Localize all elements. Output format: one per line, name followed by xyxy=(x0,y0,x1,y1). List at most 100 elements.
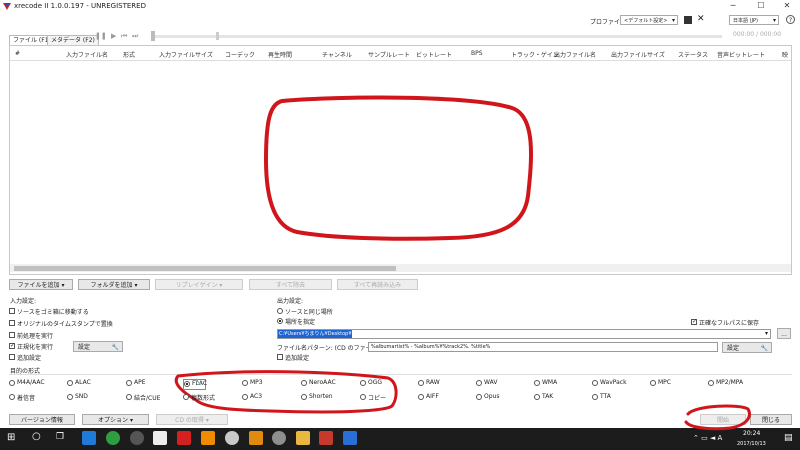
next-icon[interactable]: ⏭ xyxy=(132,32,138,41)
browse-button[interactable]: ... xyxy=(777,328,791,339)
maximize-button[interactable]: ☐ xyxy=(748,0,774,13)
start-button[interactable]: 開始 xyxy=(700,414,746,425)
tray-icons[interactable]: ⌃ ▭ ◄ A xyxy=(693,434,722,442)
radio[interactable] xyxy=(9,394,15,400)
radio[interactable] xyxy=(301,394,307,400)
volume-handle[interactable] xyxy=(216,32,219,40)
radio[interactable] xyxy=(183,394,189,400)
cd-get-button[interactable]: CD の取得 ▾ xyxy=(156,414,228,425)
radio[interactable] xyxy=(360,394,366,400)
radio[interactable] xyxy=(126,394,132,400)
xrecode-icon[interactable] xyxy=(177,431,191,445)
file-table[interactable]: # 入力ファイル名 形式 入力ファイルサイズ コーデック 再生時間 チャンネル … xyxy=(9,45,792,275)
checkbox[interactable] xyxy=(9,308,15,314)
radio[interactable] xyxy=(242,394,248,400)
ring-icon[interactable] xyxy=(272,431,286,445)
column-header[interactable]: 出力ファイル名 xyxy=(554,50,596,59)
scrollbar-thumb[interactable] xyxy=(14,266,396,271)
start-icon[interactable]: ⊞ xyxy=(7,432,15,443)
radio[interactable] xyxy=(476,394,482,400)
save-icon[interactable] xyxy=(684,16,692,24)
output-path-text[interactable]: C:¥Users¥ちまりん¥Desktop¥ xyxy=(278,330,352,338)
delete-profile-icon[interactable]: ✕ xyxy=(697,14,705,24)
checkbox[interactable] xyxy=(277,354,283,360)
column-header[interactable]: ビットレート xyxy=(416,50,452,59)
column-header[interactable]: 音声ビットレート xyxy=(717,50,765,59)
radio[interactable] xyxy=(301,380,307,386)
clock-date[interactable]: 2017/10/13 xyxy=(737,441,766,447)
column-header[interactable]: 入力ファイルサイズ xyxy=(159,50,213,59)
column-header[interactable]: サンプルレート xyxy=(368,50,410,59)
column-header[interactable]: # xyxy=(15,50,20,57)
folder-icon[interactable] xyxy=(296,431,310,445)
radio[interactable] xyxy=(67,394,73,400)
radio[interactable] xyxy=(650,380,656,386)
column-header[interactable]: 入力ファイル名 xyxy=(66,50,108,59)
column-header[interactable]: 映 xyxy=(782,50,788,59)
normalize-settings-button[interactable]: 設定 🔧 xyxy=(73,341,123,352)
replaygain-button[interactable]: リプレイゲイン ▾ xyxy=(155,279,243,290)
clapper-icon[interactable] xyxy=(153,431,167,445)
column-header[interactable]: BPS xyxy=(471,50,483,57)
radio[interactable] xyxy=(67,380,73,386)
add-file-button[interactable]: ファイルを追加 ▾ xyxy=(9,279,73,290)
search-icon[interactable]: ○ xyxy=(32,431,41,442)
wrench-icon[interactable]: 🔧 xyxy=(195,379,202,386)
checkbox[interactable] xyxy=(9,354,15,360)
settings-icon[interactable] xyxy=(130,431,144,445)
radio[interactable] xyxy=(708,380,714,386)
pattern-settings-button[interactable]: 設定 🔧 xyxy=(722,342,772,353)
column-header[interactable]: ステータス xyxy=(678,50,708,59)
filename-pattern-input[interactable]: %albumartist% - %album%¥%track2%. %title… xyxy=(368,342,718,352)
column-header[interactable]: 形式 xyxy=(123,50,135,59)
radio[interactable] xyxy=(418,394,424,400)
radio[interactable] xyxy=(360,380,366,386)
task-view-icon[interactable]: ❐ xyxy=(56,432,64,442)
add-folder-button[interactable]: フォルダを追加 ▾ xyxy=(78,279,150,290)
checkbox-checked[interactable]: ✓ xyxy=(9,342,15,349)
column-header[interactable]: コーデック xyxy=(225,50,255,59)
clock-time[interactable]: 20:24 xyxy=(743,430,760,437)
mail-icon[interactable] xyxy=(319,431,333,445)
reload-all-button[interactable]: すべて再読み込み xyxy=(337,279,418,290)
app-icon[interactable] xyxy=(343,431,357,445)
radio[interactable] xyxy=(476,380,482,386)
column-header[interactable]: チャンネル xyxy=(322,50,352,59)
pause-icon[interactable]: ❚❚ xyxy=(95,32,107,40)
seek-handle[interactable] xyxy=(151,31,155,41)
play-icon[interactable]: ▶ xyxy=(111,32,116,40)
radio-selected[interactable] xyxy=(277,318,283,324)
headphones-icon[interactable] xyxy=(225,431,239,445)
checkbox-checked[interactable]: ✓ xyxy=(691,318,697,325)
column-header[interactable]: 再生時間 xyxy=(268,50,292,59)
format-radio-flac[interactable]: FLAC 🔧 xyxy=(183,379,207,390)
radio[interactable] xyxy=(242,380,248,386)
radio-selected[interactable] xyxy=(184,381,190,387)
radio[interactable] xyxy=(418,380,424,386)
previous-icon[interactable]: ⏮ xyxy=(121,32,127,41)
options-button[interactable]: オプション ▾ xyxy=(82,414,149,425)
remove-all-button[interactable]: すべて除去 xyxy=(249,279,332,290)
vlc-icon[interactable] xyxy=(201,431,215,445)
version-info-button[interactable]: バージョン情報 xyxy=(9,414,75,425)
radio[interactable] xyxy=(126,380,132,386)
chrome-icon[interactable] xyxy=(106,431,120,445)
sublime-icon[interactable] xyxy=(249,431,263,445)
profile-dropdown[interactable]: <デフォルト設定> ▾ xyxy=(620,15,678,25)
radio[interactable] xyxy=(9,380,15,386)
help-icon[interactable]: ? xyxy=(786,15,795,24)
chevron-down-icon[interactable]: ▾ xyxy=(765,330,768,337)
minimize-button[interactable]: ─ xyxy=(720,0,746,13)
column-header[interactable]: トラック・ゲイン xyxy=(511,50,559,59)
radio[interactable] xyxy=(534,380,540,386)
language-dropdown[interactable]: 日本語 (JP) ▾ xyxy=(729,15,779,25)
radio[interactable] xyxy=(534,394,540,400)
seek-bar[interactable] xyxy=(152,35,722,38)
close-window-button[interactable]: ✕ xyxy=(774,0,800,13)
close-button[interactable]: 閉じる xyxy=(750,414,792,425)
edge-icon[interactable] xyxy=(82,431,96,445)
radio[interactable] xyxy=(277,308,283,314)
checkbox[interactable] xyxy=(9,320,15,326)
notifications-icon[interactable]: ▤ xyxy=(784,433,793,443)
column-header[interactable]: 出力ファイルサイズ xyxy=(611,50,665,59)
